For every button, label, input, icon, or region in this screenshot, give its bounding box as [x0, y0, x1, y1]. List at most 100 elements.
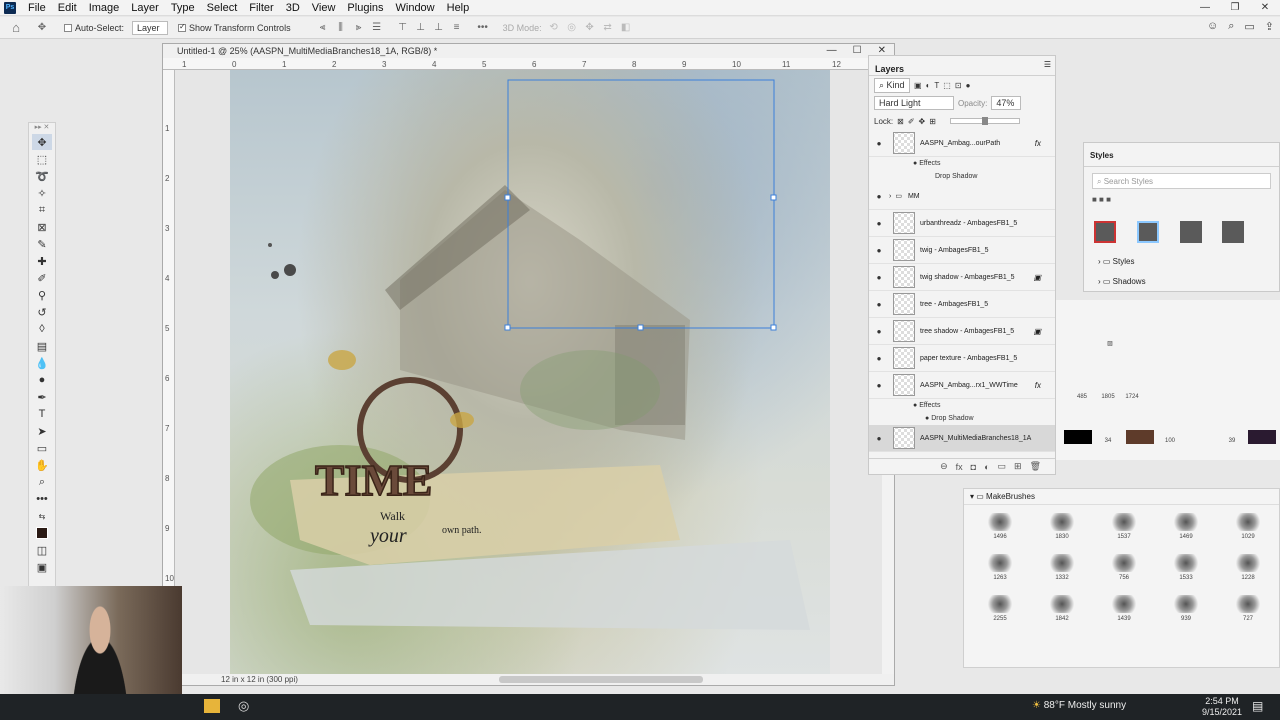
screen-mode-icon[interactable]: ▣ [32, 559, 52, 575]
auto-select-dropdown[interactable]: Layer [132, 20, 169, 35]
brush-preset[interactable]: 1533 [1156, 550, 1216, 590]
group-row[interactable]: ● › ▭ MM [869, 183, 1055, 210]
swap-colors-icon[interactable]: ⇆ [32, 508, 52, 524]
quick-mask-icon[interactable]: ◫ [32, 542, 52, 558]
transform-handle[interactable] [770, 324, 777, 331]
menu-window[interactable]: Window [390, 0, 441, 16]
styles-tab[interactable]: Styles [1084, 143, 1279, 167]
doc-maximize-button[interactable]: ☐ [853, 44, 862, 58]
effects-eye-icon[interactable]: ● [913, 402, 917, 409]
marquee-tool-icon[interactable]: ⬚ [32, 151, 52, 167]
zoom-tool-icon[interactable]: ⌕ [32, 474, 52, 490]
menu-file[interactable]: File [22, 0, 52, 16]
distribute-icon[interactable]: ☰ [371, 22, 383, 34]
style-swatch[interactable] [1222, 221, 1244, 243]
align-bottom-icon[interactable]: ⊥ [433, 22, 445, 34]
new-group-icon[interactable]: ▭ [998, 461, 1007, 472]
brush-preset[interactable]: 1029 [1218, 509, 1278, 549]
eyedropper-icon[interactable]: ✎ [32, 236, 52, 252]
filter-type-icon[interactable]: T [934, 81, 939, 90]
layer-row[interactable]: ● urbanthreadz - AmbagesFB1_5 [869, 210, 1055, 237]
align-middle-icon[interactable]: ⊥ [415, 22, 427, 34]
panel-menu-icon[interactable]: ☰ [1044, 60, 1051, 69]
opacity-input[interactable]: 47% [991, 96, 1022, 110]
brush-preset[interactable]: 1537 [1094, 509, 1154, 549]
drop-shadow-row[interactable]: ● Drop Shadow [869, 412, 1055, 425]
layer-row[interactable]: ● tree shadow - AmbagesFB1_5 ▣ [869, 318, 1055, 345]
move-tool-icon[interactable]: ✥ [32, 134, 52, 150]
pen-tool-icon[interactable]: ✒ [32, 389, 52, 405]
visibility-eye-icon[interactable]: ● [869, 139, 889, 148]
share-icon[interactable]: ⇪ [1265, 20, 1274, 33]
canvas-area[interactable]: TIME Walk your own path. [175, 70, 884, 676]
menu-plugins[interactable]: Plugins [341, 0, 389, 16]
visibility-eye-icon[interactable]: ● [869, 219, 889, 228]
align-center-icon[interactable]: ⫼ [335, 22, 347, 34]
effects-eye-icon[interactable]: ● [913, 160, 917, 167]
brush-preset[interactable]: 1496 [970, 509, 1030, 549]
brush-preset[interactable]: 1469 [1156, 509, 1216, 549]
filter-shape-icon[interactable]: ⬚ [943, 81, 951, 90]
brush-preset[interactable]: 939 [1156, 591, 1216, 631]
drop-shadow-eye-icon[interactable]: ● [925, 415, 929, 422]
visibility-eye-icon[interactable]: ● [869, 273, 889, 282]
crop-tool-icon[interactable]: ⌗ [32, 202, 52, 218]
brush-preset[interactable]: 1332 [1032, 550, 1092, 590]
layer-row[interactable]: ● twig - AmbagesFB1_5 [869, 237, 1055, 264]
drop-shadow-row[interactable]: Drop Shadow [869, 170, 1055, 183]
rectangle-tool-icon[interactable]: ▭ [32, 440, 52, 456]
transform-handle[interactable] [504, 194, 511, 201]
layers-tab[interactable]: Layers [875, 64, 904, 74]
brush-preset[interactable]: 2255 [970, 591, 1030, 631]
foreground-color-swatch[interactable] [32, 525, 52, 541]
document-tab[interactable]: Untitled-1 @ 25% (AASPN_MultiMediaBranch… [163, 44, 894, 58]
weather-widget[interactable]: ☀ 88°F Mostly sunny [1032, 700, 1126, 711]
layer-row[interactable]: ● paper texture - AmbagesFB1_5 [869, 345, 1055, 372]
eraser-icon[interactable]: ◊ [32, 321, 52, 337]
styles-view-icons[interactable]: ■ ■ ■ [1084, 195, 1279, 204]
3d-pan-icon[interactable]: ✥ [584, 22, 596, 34]
style-swatch[interactable] [1180, 221, 1202, 243]
brush-group-header[interactable]: ▾ ▭ MakeBrushes [964, 489, 1279, 505]
menu-select[interactable]: Select [201, 0, 244, 16]
lock-paint-icon[interactable]: ✐ [908, 117, 915, 126]
style-swatch[interactable] [1137, 221, 1159, 243]
search-people-icon[interactable]: ☺ [1207, 20, 1218, 33]
group-chevron-icon[interactable]: › [889, 193, 891, 200]
delete-layer-icon[interactable]: 🗑 [1030, 461, 1041, 472]
add-style-icon[interactable]: fx [956, 462, 963, 472]
blur-tool-icon[interactable]: 💧 [32, 355, 52, 371]
layer-row-selected[interactable]: ● AASPN_MultiMediaBranches18_1A [869, 425, 1055, 452]
visibility-eye-icon[interactable]: ● [869, 381, 889, 390]
workspace-icon[interactable]: ▭ [1244, 20, 1254, 33]
filter-smart-icon[interactable]: ⊡ [955, 81, 962, 90]
brush-preset[interactable]: 756 [1094, 550, 1154, 590]
3d-slide-icon[interactable]: ⇄ [602, 22, 614, 34]
type-tool-icon[interactable]: T [32, 406, 52, 422]
notification-icon[interactable]: ▤ [1252, 699, 1263, 713]
3d-rotate-icon[interactable]: ⟲ [548, 22, 560, 34]
brush-tool-icon[interactable]: ✐ [32, 270, 52, 286]
visibility-eye-icon[interactable]: ● [869, 327, 889, 336]
filter-pixel-icon[interactable]: ▣ [914, 81, 922, 90]
adjustment-layer-icon[interactable]: ◐ [984, 462, 989, 472]
layer-row[interactable]: ● AASPN_Ambag...ourPath fx [869, 130, 1055, 157]
menu-3d[interactable]: 3D [280, 0, 306, 16]
filter-toggle-icon[interactable]: ● [966, 81, 971, 90]
file-explorer-icon[interactable] [204, 699, 220, 713]
move-tool-icon[interactable]: ✥ [36, 22, 48, 34]
auto-select-checkbox[interactable] [64, 23, 72, 32]
link-layers-icon[interactable]: ⊖ [940, 461, 948, 472]
visibility-eye-icon[interactable]: ● [869, 246, 889, 255]
search-icon[interactable]: ⌕ [1228, 20, 1234, 33]
layer-filter-dropdown[interactable]: ⌕ Kind [874, 77, 910, 93]
menu-image[interactable]: Image [83, 0, 126, 16]
lock-transparent-icon[interactable]: ⊠ [897, 117, 904, 126]
opacity-slider[interactable] [949, 117, 1020, 125]
app-icon[interactable]: ◎ [238, 698, 249, 714]
fx-icon[interactable]: fx [1035, 139, 1041, 148]
distribute-vertical-icon[interactable]: ≡ [451, 22, 463, 34]
gradient-tool-icon[interactable]: ▤ [32, 338, 52, 354]
brush-settings-icon[interactable]: ▨ [1096, 340, 1124, 347]
lasso-tool-icon[interactable]: ➰ [32, 168, 52, 184]
